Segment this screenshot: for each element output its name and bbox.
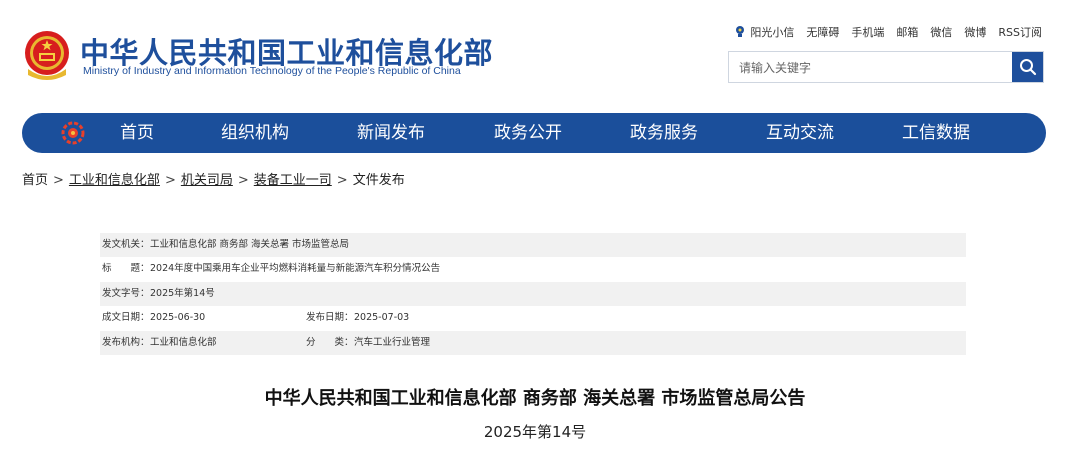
breadcrumb-separator: > bbox=[53, 173, 64, 188]
breadcrumb-separator: > bbox=[237, 173, 249, 188]
meta-row-dates: 成文日期： 2025-06-30 发布日期： 2025-07-03 bbox=[100, 306, 966, 330]
breadcrumb-separator: > bbox=[336, 173, 348, 188]
top-link-label: 阳光小信 bbox=[750, 26, 795, 39]
search-box bbox=[728, 51, 1044, 84]
meta-org: 工业和信息化部 bbox=[150, 336, 217, 348]
top-link-accessibility[interactable]: 无障碍 bbox=[806, 24, 839, 40]
top-link-mail[interactable]: 邮箱 bbox=[896, 24, 918, 40]
meta-issuer: 工业和信息化部 商务部 海关总署 市场监管总局 bbox=[150, 239, 350, 250]
breadcrumb-equipment-dept[interactable]: 装备工业一司 bbox=[254, 173, 332, 188]
national-emblem-icon[interactable] bbox=[22, 29, 72, 81]
meta-label: 发文字号： bbox=[102, 287, 150, 299]
nav-item-news[interactable]: 新闻发布 bbox=[357, 113, 425, 153]
meta-docno: 2025年第14号 bbox=[150, 287, 215, 299]
meta-published-date: 2025-07-03 bbox=[354, 312, 410, 324]
lightbulb-icon bbox=[736, 26, 745, 37]
document-title: 中华人民共和国工业和信息化部 商务部 海关总署 市场监管总局公告 bbox=[264, 388, 806, 409]
nav-item-organization[interactable]: 组织机构 bbox=[221, 113, 289, 153]
meta-row-issuer: 发文机关： 工业和信息化部 商务部 海关总署 市场监管总局 bbox=[100, 233, 966, 258]
main-nav: 首页 组织机构 新闻发布 政务公开 政务服务 互动交流 工信数据 bbox=[22, 113, 1046, 153]
top-link-wechat[interactable]: 微信 bbox=[930, 24, 952, 40]
breadcrumb: 首页 > 工业和信息化部 > 机关司局 > 装备工业一司 > 文件发布 bbox=[22, 169, 405, 188]
meta-label: 发布机构： bbox=[102, 336, 150, 348]
meta-label: 成文日期： bbox=[102, 312, 150, 324]
nav-item-interaction[interactable]: 互动交流 bbox=[766, 113, 834, 153]
document-number: 2025年第14号 bbox=[483, 423, 587, 441]
meta-row-org: 发布机构： 工业和信息化部 分 类： 汽车工业行业管理 bbox=[100, 330, 966, 355]
meta-label: 分 类： bbox=[306, 336, 354, 348]
search-icon bbox=[1019, 59, 1036, 76]
top-link-rss[interactable]: RSS订阅 bbox=[998, 24, 1042, 40]
breadcrumb-home[interactable]: 首页 bbox=[22, 173, 48, 188]
nav-item-home[interactable]: 首页 bbox=[120, 113, 154, 153]
breadcrumb-ministry[interactable]: 工业和信息化部 bbox=[69, 173, 160, 188]
meta-row-title: 标 题： 2024年度中国乘用车企业平均燃料消耗量与新能源汽车积分情况公告 bbox=[100, 257, 966, 281]
nav-item-data[interactable]: 工信数据 bbox=[902, 113, 970, 153]
site-subtitle: Ministry of Industry and Information Tec… bbox=[83, 65, 461, 77]
top-links: 阳光小信 无障碍 手机端 邮箱 微信 微博 RSS订阅 bbox=[734, 24, 1042, 40]
search-button[interactable] bbox=[1012, 52, 1043, 82]
meta-label: 发文机关： bbox=[102, 239, 150, 250]
nav-item-government-affairs[interactable]: 政务公开 bbox=[494, 113, 562, 153]
meta-title: 2024年度中国乘用车企业平均燃料消耗量与新能源汽车积分情况公告 bbox=[150, 263, 441, 275]
breadcrumb-current: 文件发布 bbox=[352, 173, 405, 188]
breadcrumb-departments[interactable]: 机关司局 bbox=[181, 173, 233, 188]
top-link-weibo[interactable]: 微博 bbox=[964, 24, 986, 40]
breadcrumb-separator: > bbox=[164, 173, 176, 188]
meta-category: 汽车工业行业管理 bbox=[354, 336, 431, 348]
meta-created-date: 2025-06-30 bbox=[150, 312, 206, 324]
site-header: 中华人民共和国工业和信息化部 Ministry of Industry and … bbox=[0, 0, 1070, 100]
top-link-sunshine[interactable]: 阳光小信 bbox=[734, 24, 794, 40]
search-input[interactable] bbox=[737, 52, 1011, 84]
miit-logo-icon[interactable] bbox=[60, 121, 86, 145]
meta-row-docno: 发文字号： 2025年第14号 bbox=[100, 281, 966, 307]
document-metadata: 发文机关： 工业和信息化部 商务部 海关总署 市场监管总局 标 题： 2024年… bbox=[100, 233, 966, 355]
meta-label: 发布日期： bbox=[306, 312, 354, 324]
nav-item-services[interactable]: 政务服务 bbox=[630, 113, 698, 153]
top-link-mobile[interactable]: 手机端 bbox=[851, 24, 884, 40]
meta-label: 标 题： bbox=[102, 263, 150, 275]
